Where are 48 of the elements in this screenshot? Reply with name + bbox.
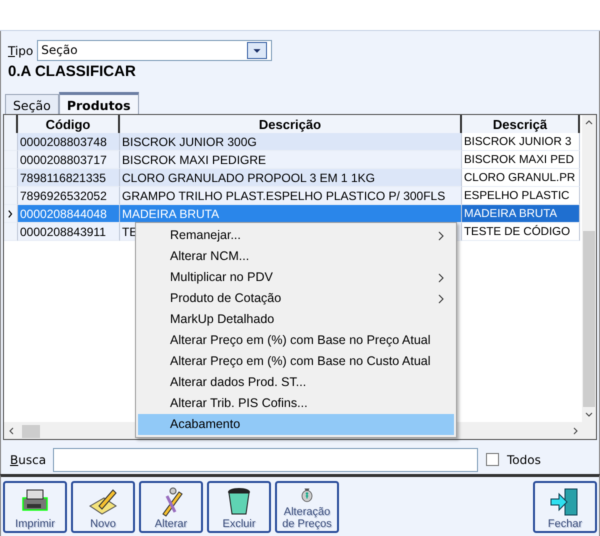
menu-item[interactable]: Alterar NCM...	[138, 246, 454, 267]
table-cell: MADEIRA BRUTA	[120, 204, 462, 222]
menu-item[interactable]: Alterar Preço em (%) com Base no Preço Atual	[138, 330, 454, 351]
menu-item[interactable]: Acabamento	[138, 414, 454, 435]
table-cell: TESTE DE CÓDIGO	[462, 222, 580, 240]
table-cell: BISCROK JUNIOR 300G	[120, 132, 462, 150]
table-cell: BISCROK JUNIOR 3	[462, 132, 580, 150]
table-cell: BISCROK MAXI PEDIGRE	[120, 150, 462, 168]
menu-item[interactable]: Multiplicar no PDV	[138, 267, 454, 288]
table-cell: BISCROK MAXI PED	[462, 150, 580, 168]
tab[interactable]: Produtos	[58, 92, 139, 114]
row-indicator[interactable]	[4, 204, 18, 222]
menu-item[interactable]: Produto de Cotação	[138, 288, 454, 309]
section-name: 0.A CLASSIFICAR	[7, 62, 137, 82]
toolbar-button[interactable]: Imprimir	[3, 481, 67, 533]
menu-item[interactable]: Alterar dados Prod. ST...	[138, 372, 454, 393]
tab[interactable]: Seção	[5, 94, 59, 114]
toolbar-button[interactable]: Fechar	[533, 481, 597, 533]
table-cell: 0000208843911	[18, 222, 120, 240]
todos-label: Todos	[507, 452, 541, 468]
toolbar-button[interactable]: Alteração de Preços	[275, 481, 339, 533]
table-cell: ESPELHO PLASTIC	[462, 186, 580, 204]
table-cell: 0000208803717	[18, 150, 120, 168]
search-field[interactable]	[53, 448, 478, 472]
table-cell: CLORO GRANULADO PROPOOL 3 EM 1 1KG	[120, 168, 462, 186]
vertical-scrollbar[interactable]	[582, 114, 596, 424]
tipo-dropdown[interactable]: Seção	[37, 40, 272, 61]
table-cell: MADEIRA BRUTA	[462, 204, 580, 222]
toolbar-button[interactable]: Alterar	[139, 481, 203, 533]
column-header[interactable]: Descrição	[120, 114, 462, 136]
table-cell: 0000208803748	[18, 132, 120, 150]
menu-item[interactable]: Alterar Trib. PIS Cofins...	[138, 393, 454, 414]
column-header[interactable]: Descriçã	[462, 114, 580, 136]
row-pointer-icon	[7, 208, 15, 218]
tipo-label: Tipo	[8, 42, 34, 60]
table-cell: 7898116821335	[18, 168, 120, 186]
menu-item[interactable]: MarkUp Detalhado	[138, 309, 454, 330]
table-cell: CLORO GRANUL.PR	[462, 168, 580, 186]
toolbar-button[interactable]: Novo	[71, 481, 135, 533]
toolbar-button[interactable]: Excluir	[207, 481, 271, 533]
table-cell: GRAMPO TRILHO PLAST.ESPELHO PLASTICO P/ 300FLS	[120, 186, 462, 204]
busca-label: Busca	[10, 452, 48, 468]
menu-item[interactable]: Alterar Preço em (%) com Base no Custo Atual	[138, 351, 454, 372]
table-cell: 0000208844048	[18, 204, 120, 222]
todos-checkbox[interactable]	[486, 453, 499, 466]
grid-corner	[4, 114, 18, 136]
table-cell: 7896926532052	[18, 186, 120, 204]
column-header[interactable]: Código	[18, 114, 120, 136]
